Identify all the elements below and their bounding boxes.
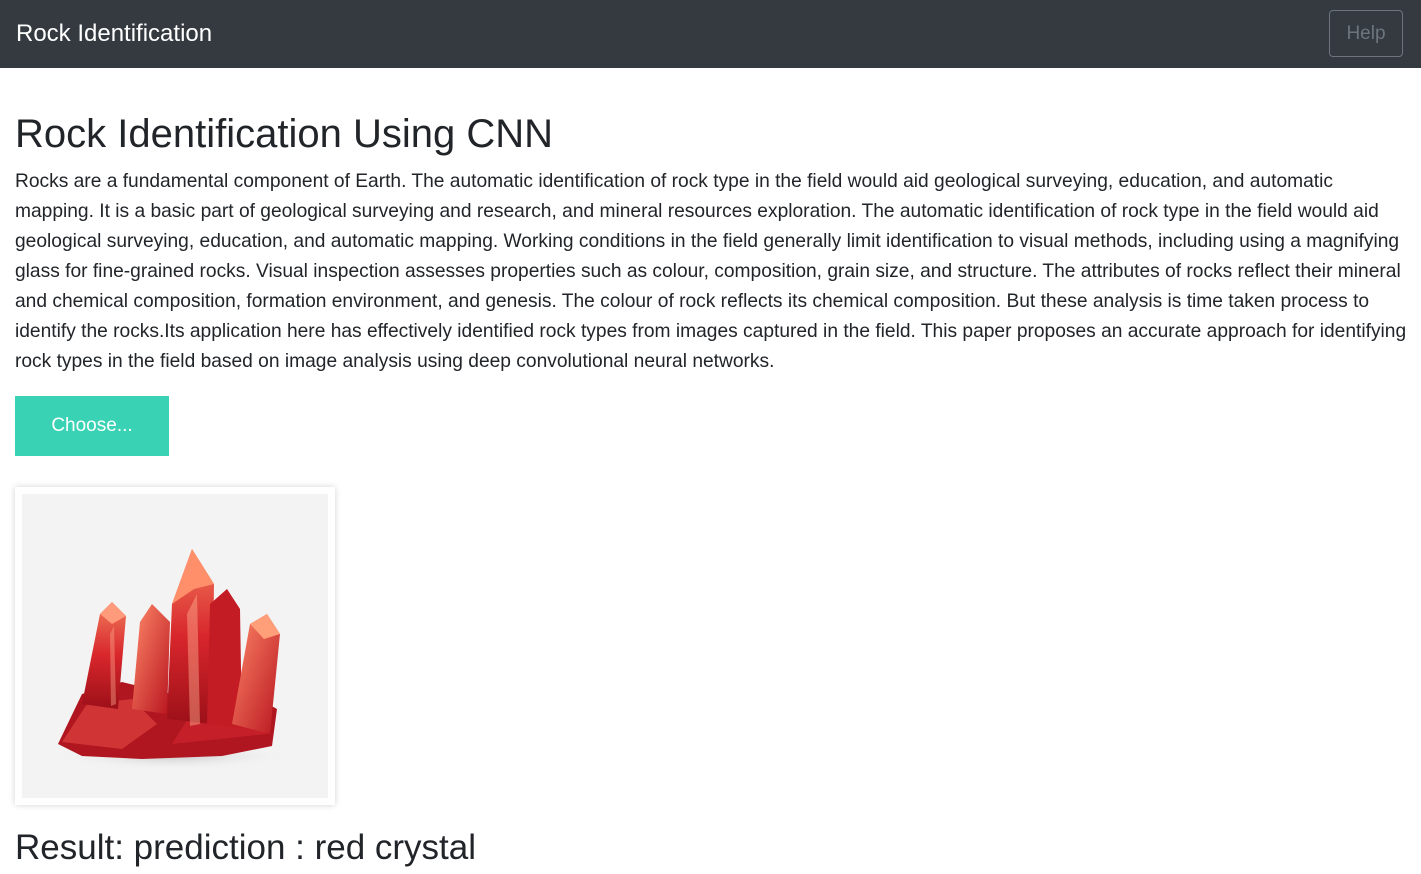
top-navbar: Rock Identification Help [0, 0, 1421, 68]
brand-title[interactable]: Rock Identification [16, 17, 212, 51]
image-preview [15, 487, 335, 805]
description-paragraph: Rocks are a fundamental component of Ear… [15, 171, 1407, 372]
choose-file-button[interactable]: Choose... [15, 396, 169, 456]
red-crystal-illustration [52, 549, 292, 770]
help-button[interactable]: Help [1329, 10, 1403, 57]
prediction-result: Result: prediction : red crystal [15, 828, 477, 867]
uploaded-rock-image [22, 494, 328, 798]
page-title: Rock Identification Using CNN [15, 112, 553, 156]
